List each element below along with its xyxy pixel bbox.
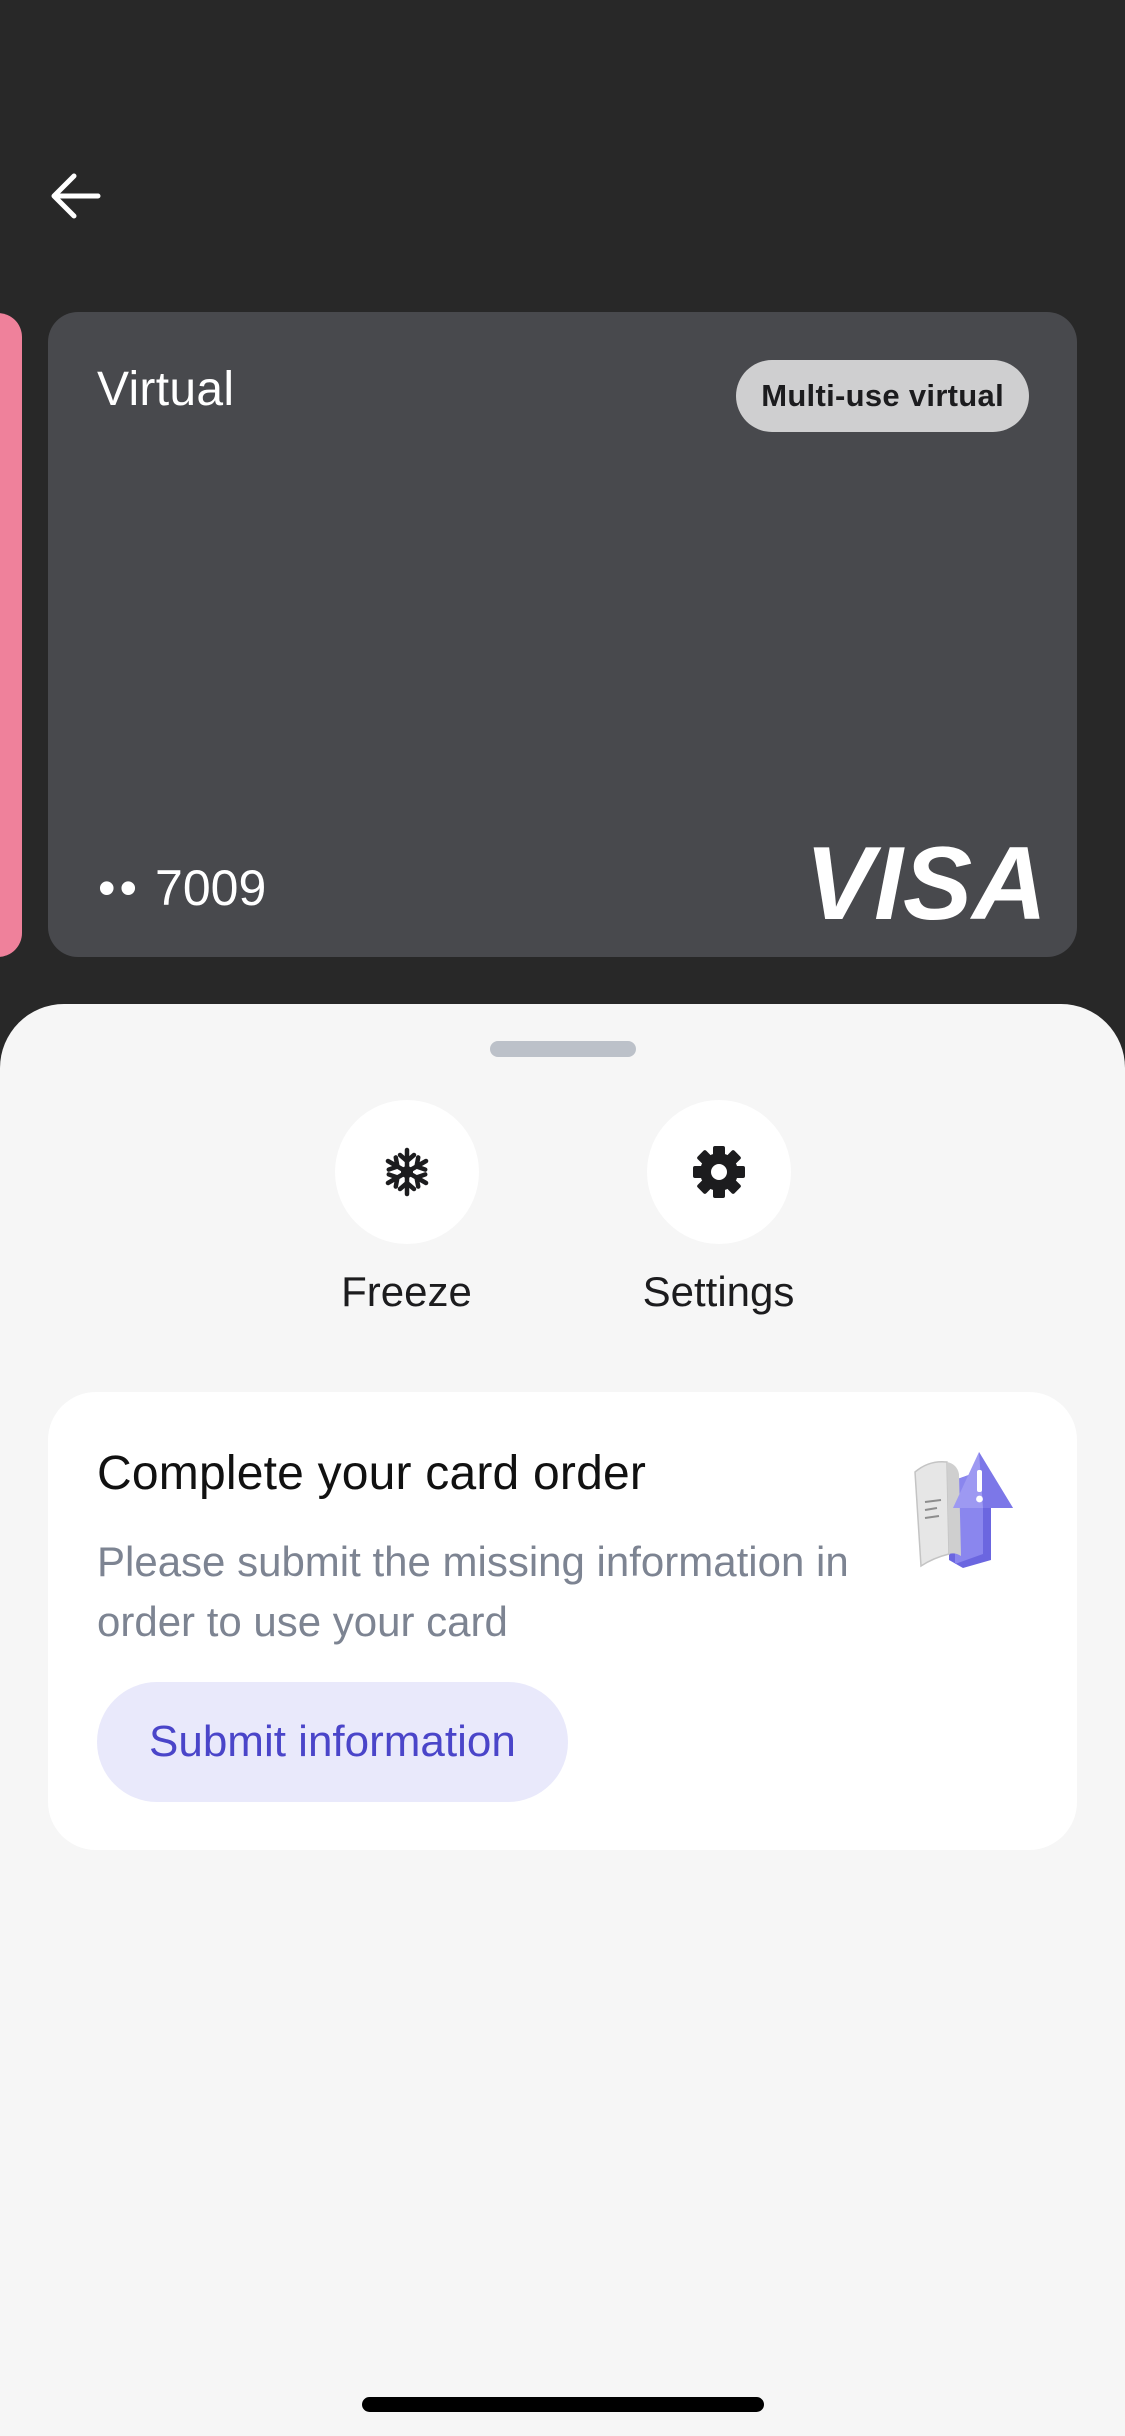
settings-circle (646, 1100, 791, 1244)
home-indicator[interactable] (362, 2397, 764, 2412)
card-title: Virtual (97, 363, 235, 416)
card-last4: 7009 (155, 860, 267, 916)
freeze-circle (334, 1100, 479, 1244)
submit-information-button[interactable]: Submit information (97, 1682, 568, 1802)
card-number: •• 7009 (98, 859, 266, 917)
back-button[interactable] (40, 160, 112, 232)
screen: Virtual Multi-use virtual •• 7009 VISA F… (0, 0, 1125, 2436)
sheet-drag-handle[interactable] (490, 1041, 636, 1057)
document-warning-illustration (914, 1452, 1013, 1568)
card-actions: Freeze Settings (0, 1100, 1125, 1316)
order-description: Please submit the missing information in… (97, 1538, 849, 1645)
gear-icon (692, 1146, 745, 1198)
card-number-mask: •• (98, 860, 142, 916)
freeze-label: Freeze (341, 1268, 472, 1315)
virtual-card[interactable]: Virtual Multi-use virtual •• 7009 VISA (48, 312, 1077, 957)
complete-order-card: Complete your card order Please submit t… (48, 1392, 1077, 1850)
card-type-badge: Multi-use virtual (736, 360, 1029, 432)
svg-text:VISA: VISA (805, 841, 1047, 923)
bottom-sheet: Freeze Settings Complete your card order… (0, 1004, 1125, 2436)
previous-card-peek[interactable] (0, 313, 22, 957)
settings-label: Settings (642, 1268, 795, 1315)
arrow-left-icon (51, 173, 101, 219)
snowflake-icon (381, 1147, 433, 1198)
settings-button[interactable]: Settings (633, 1100, 805, 1316)
freeze-button[interactable]: Freeze (321, 1100, 493, 1316)
visa-logo: VISA (805, 841, 1047, 923)
order-title: Complete your card order (97, 1447, 647, 1500)
